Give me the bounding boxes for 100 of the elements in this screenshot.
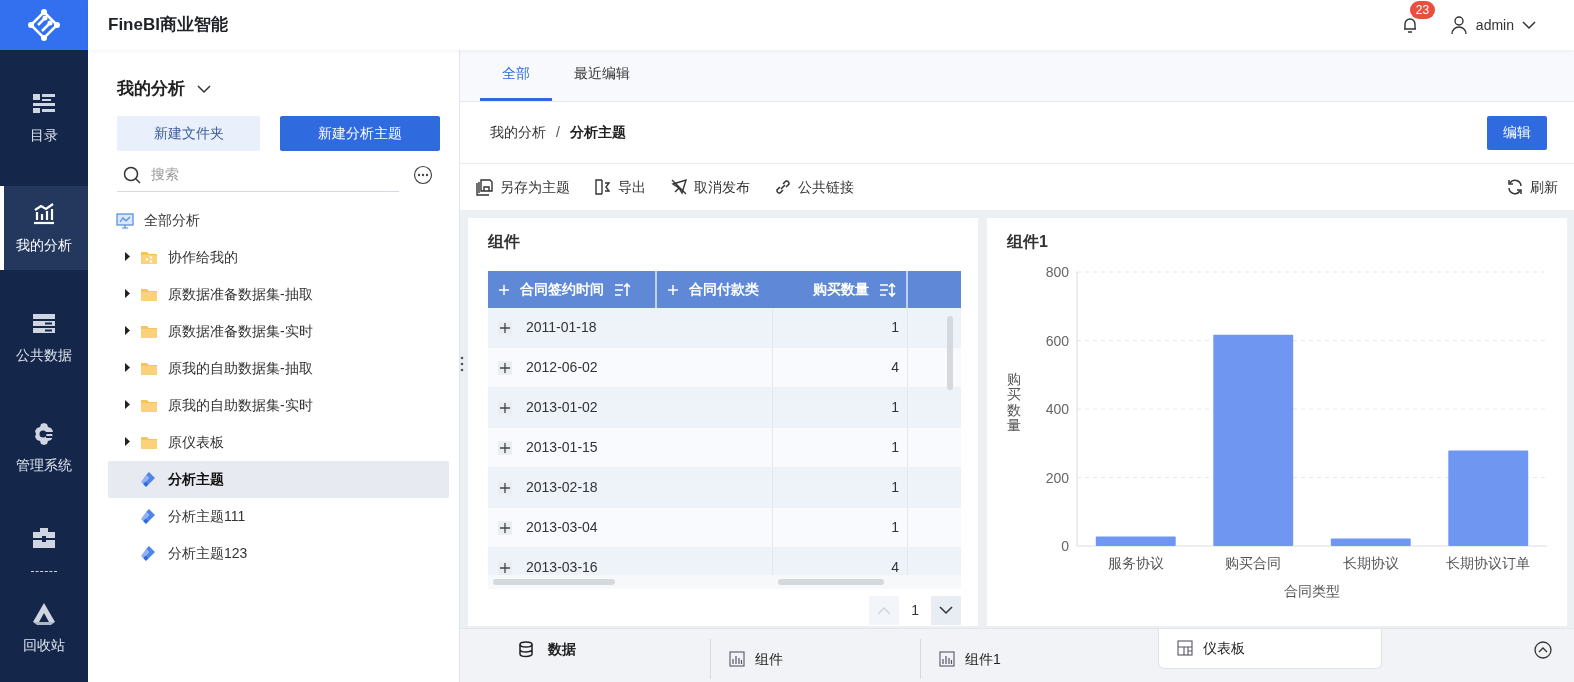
chevron-down-icon[interactable] <box>1522 20 1536 30</box>
section-title: 我的分析 <box>117 78 185 100</box>
nav-label: 公共数据 <box>16 345 72 365</box>
notification-badge: 23 <box>1409 1 1436 19</box>
table-cell-text: 1 <box>891 318 899 337</box>
scrollbar[interactable] <box>947 316 953 390</box>
table-cell-text: 2013-03-04 <box>526 518 598 537</box>
bottom-tab[interactable]: 组件 <box>710 639 920 679</box>
category-label: 购买合同 <box>1225 555 1282 571</box>
tree-item[interactable]: 原我的自助数据集-抽取 <box>108 349 449 387</box>
dashboard-icon <box>1177 640 1193 657</box>
toolbar-button[interactable]: 另存为主题 <box>476 176 570 198</box>
sort-icon[interactable] <box>614 281 631 298</box>
bottom-tab[interactable]: 数据 <box>500 629 710 669</box>
plus-icon[interactable] <box>498 400 512 415</box>
category-label: 长期协议 <box>1342 555 1399 571</box>
category-label: 服务协议 <box>1107 555 1164 571</box>
plus-icon[interactable] <box>498 320 512 335</box>
edit-button[interactable]: 编辑 <box>1487 115 1547 150</box>
axis-title: 购买数量 <box>1007 372 1021 434</box>
widget-title: 组件 <box>488 232 521 252</box>
chevron-up-icon <box>877 606 892 615</box>
scrollbar[interactable] <box>778 579 884 585</box>
bar-chart-icon <box>31 200 57 227</box>
plus-icon[interactable] <box>498 520 512 535</box>
axis-title: 合同类型 <box>1284 583 1340 599</box>
new-topic-button[interactable]: 新建分析主题 <box>280 115 440 151</box>
refresh-button[interactable]: 刷新 <box>1506 176 1558 198</box>
breadcrumb-item[interactable]: 分析主题 <box>569 122 626 143</box>
tree-item[interactable]: 分析主题123 <box>108 534 449 572</box>
more-icon[interactable] <box>413 165 433 185</box>
plus-icon[interactable] <box>498 440 512 455</box>
nav-item-highlight[interactable]: 我的分析 <box>0 186 88 270</box>
plus-icon[interactable] <box>498 480 512 495</box>
tree-item[interactable]: 原数据准备数据集-抽取 <box>108 275 449 313</box>
tree-item[interactable]: 原数据准备数据集-实时 <box>108 312 449 350</box>
next-page-button[interactable] <box>931 596 961 625</box>
bottom-tab[interactable]: 组件1 <box>920 639 1130 679</box>
toolbar-button[interactable]: 公共链接 <box>774 176 854 198</box>
diamond-icon <box>140 507 158 525</box>
tab[interactable]: 最近编辑 <box>552 49 652 101</box>
plus-icon[interactable] <box>498 560 512 575</box>
chevron-down-icon[interactable] <box>197 83 211 94</box>
table-cell-text: 4 <box>891 358 899 377</box>
bar-chart-icon <box>939 650 955 668</box>
monitor-icon <box>116 211 134 229</box>
collapse-icon[interactable] <box>1534 641 1552 659</box>
table-cell-text: 2013-02-18 <box>526 478 598 497</box>
breadcrumb-item[interactable]: 我的分析 <box>490 122 546 143</box>
tree-item[interactable]: 原我的自助数据集-实时 <box>108 386 449 424</box>
table-cell-text: 1 <box>891 438 899 457</box>
plus-icon[interactable] <box>498 360 512 375</box>
widget-title: 组件1 <box>1007 232 1049 252</box>
toolbar-button[interactable]: 取消发布 <box>670 176 750 198</box>
tick-label: 400 <box>1045 401 1069 417</box>
search-icon <box>123 165 141 184</box>
caret-right-icon[interactable] <box>124 289 132 299</box>
tick-label: 0 <box>1061 538 1069 554</box>
table-cell-text: 1 <box>891 478 899 497</box>
app-title: FineBI商业智能 <box>108 14 228 37</box>
category-label: 长期协议订单 <box>1446 555 1531 571</box>
user-icon <box>1449 15 1468 35</box>
new-folder-button[interactable]: 新建文件夹 <box>117 115 260 151</box>
export-icon <box>594 178 612 196</box>
bar-chart-icon <box>729 650 745 668</box>
caret-right-icon[interactable] <box>124 252 132 262</box>
caret-right-icon[interactable] <box>124 326 132 336</box>
user-name[interactable]: admin <box>1475 14 1514 36</box>
table-cell-text: 2013-01-02 <box>526 398 598 417</box>
page-number: 1 <box>911 601 919 620</box>
tree-item[interactable]: 全部分析 <box>108 201 449 239</box>
nav-label: 我的分析 <box>16 235 72 255</box>
chevron-down-icon <box>939 606 953 615</box>
table-cell-text: 1 <box>891 518 899 537</box>
plane-slash-icon <box>670 178 688 196</box>
tick-label: 200 <box>1045 469 1069 486</box>
toolbar-button[interactable]: 导出 <box>594 176 646 198</box>
nav-label: 管理系统 <box>16 455 72 475</box>
tree-item[interactable]: 原仪表板 <box>108 423 449 461</box>
table-cell-text: 4 <box>891 558 899 577</box>
tree-item[interactable]: 分析主题 <box>108 460 449 498</box>
breadcrumb-separator: / <box>555 123 561 142</box>
sort-icon[interactable] <box>879 281 896 298</box>
scrollbar[interactable] <box>493 579 615 585</box>
bottom-tab[interactable]: 仪表板 <box>1158 629 1382 669</box>
diamond-icon <box>140 544 158 562</box>
tick-label: 600 <box>1045 332 1069 349</box>
tree-item[interactable]: 分析主题111 <box>108 497 449 535</box>
table-cell-text: 2013-03-16 <box>526 558 598 577</box>
caret-right-icon[interactable] <box>124 437 132 447</box>
tree-item[interactable]: 协作给我的 <box>108 238 449 276</box>
caret-right-icon[interactable] <box>124 400 132 410</box>
tick-label: 800 <box>1045 264 1069 280</box>
diamond-icon <box>140 470 158 488</box>
table-cell-text: 1 <box>891 398 899 417</box>
toolbox-icon <box>31 525 57 551</box>
search-field[interactable]: 搜索 <box>151 164 399 185</box>
caret-right-icon[interactable] <box>124 363 132 373</box>
database-icon <box>518 640 534 658</box>
table-cell-text: 2013-01-15 <box>526 438 598 457</box>
